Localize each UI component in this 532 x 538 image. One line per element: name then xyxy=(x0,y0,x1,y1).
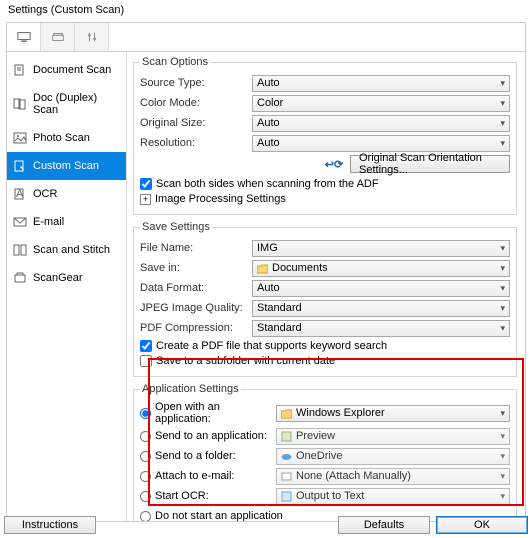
jpeg-quality-select[interactable]: Standard▾ xyxy=(252,300,510,317)
start-ocr-label: Start OCR: xyxy=(155,490,209,502)
ok-button[interactable]: OK xyxy=(436,516,528,534)
sidebar-item-label: Document Scan xyxy=(33,64,111,76)
send-app-select[interactable]: Preview▾ xyxy=(276,428,510,445)
start-ocr-radio[interactable] xyxy=(140,491,151,502)
expand-icon[interactable]: + xyxy=(140,194,151,205)
both-sides-checkbox[interactable] xyxy=(140,178,152,190)
send-folder-label: Send to a folder: xyxy=(155,450,236,462)
chevron-down-icon: ▾ xyxy=(500,451,505,462)
chevron-down-icon: ▾ xyxy=(500,471,505,482)
text-icon xyxy=(281,491,292,502)
source-type-label: Source Type: xyxy=(140,77,252,89)
attach-email-select[interactable]: None (Attach Manually)▾ xyxy=(276,468,510,485)
chevron-down-icon: ▾ xyxy=(500,431,505,442)
keyword-checkbox[interactable] xyxy=(140,340,152,352)
sidebar-item-label: E-mail xyxy=(33,216,64,228)
resolution-select[interactable]: Auto▾ xyxy=(252,135,510,152)
open-app-select[interactable]: Windows Explorer▾ xyxy=(276,405,510,422)
chevron-down-icon: ▾ xyxy=(500,98,505,109)
send-folder-select[interactable]: OneDrive▾ xyxy=(276,448,510,465)
data-format-select[interactable]: Auto▾ xyxy=(252,280,510,297)
send-app-radio[interactable] xyxy=(140,431,151,442)
top-tabs xyxy=(6,22,526,52)
app-settings-group: Application Settings Open with an applic… xyxy=(133,383,517,521)
sidebar-item-label: Scan and Stitch xyxy=(33,244,110,256)
sidebar-item-label: Doc (Duplex) Scan xyxy=(33,92,120,116)
data-format-label: Data Format: xyxy=(140,282,252,294)
sidebar-item-custom-scan[interactable]: Custom Scan xyxy=(7,152,126,180)
sidebar-item-ocr[interactable]: A OCR xyxy=(7,180,126,208)
sidebar-item-label: Photo Scan xyxy=(33,132,90,144)
sidebar-item-label: Custom Scan xyxy=(33,160,99,172)
file-name-label: File Name: xyxy=(140,242,252,254)
defaults-button[interactable]: Defaults xyxy=(338,516,430,534)
subfolder-checkbox[interactable] xyxy=(140,355,152,367)
chevron-down-icon: ▾ xyxy=(500,303,505,314)
jpeg-quality-label: JPEG Image Quality: xyxy=(140,302,252,314)
explorer-icon xyxy=(281,408,292,419)
main-panel: Document Scan Doc (Duplex) Scan Photo Sc… xyxy=(6,52,526,522)
sidebar: Document Scan Doc (Duplex) Scan Photo Sc… xyxy=(7,52,127,521)
chevron-down-icon: ▾ xyxy=(500,283,505,294)
file-name-combo[interactable]: IMG▾ xyxy=(252,240,510,257)
original-size-label: Original Size: xyxy=(140,117,252,129)
chevron-down-icon: ▾ xyxy=(500,78,505,89)
swap-icon[interactable]: ↩⟳ xyxy=(324,157,344,171)
folder-icon xyxy=(257,263,268,274)
pdf-compression-label: PDF Compression: xyxy=(140,322,252,334)
subfolder-label: Save to a subfolder with current date xyxy=(156,355,335,367)
preview-icon xyxy=(281,431,292,442)
sidebar-item-label: ScanGear xyxy=(33,272,83,284)
orientation-settings-button[interactable]: Original Scan Orientation Settings... xyxy=(350,155,510,173)
color-mode-select[interactable]: Color▾ xyxy=(252,95,510,112)
sidebar-item-scan-stitch[interactable]: Scan and Stitch xyxy=(7,236,126,264)
sidebar-item-label: OCR xyxy=(33,188,57,200)
save-in-select[interactable]: Documents▾ xyxy=(252,260,510,277)
save-settings-group: Save Settings File Name:IMG▾ Save in:Doc… xyxy=(133,221,517,377)
img-processing-label: Image Processing Settings xyxy=(155,193,286,205)
attach-email-label: Attach to e-mail: xyxy=(155,470,234,482)
original-size-select[interactable]: Auto▾ xyxy=(252,115,510,132)
resolution-label: Resolution: xyxy=(140,137,252,149)
open-app-label: Open with an application: xyxy=(155,401,276,425)
sidebar-item-photo-scan[interactable]: Photo Scan xyxy=(7,124,126,152)
tab-tools-icon[interactable] xyxy=(75,23,109,51)
scan-options-group: Scan Options Source Type:Auto▾ Color Mod… xyxy=(133,56,517,215)
chevron-down-icon: ▾ xyxy=(500,118,505,129)
chevron-down-icon: ▾ xyxy=(500,323,505,334)
chevron-down-icon: ▾ xyxy=(500,491,505,502)
scan-options-legend: Scan Options xyxy=(140,56,210,68)
chevron-down-icon: ▾ xyxy=(500,408,505,419)
send-app-label: Send to an application: xyxy=(155,430,267,442)
content-area: Scan Options Source Type:Auto▾ Color Mod… xyxy=(127,52,525,521)
chevron-down-icon: ▾ xyxy=(500,263,505,274)
onedrive-icon xyxy=(281,451,292,462)
footer: Instructions Defaults OK xyxy=(4,516,528,534)
source-type-select[interactable]: Auto▾ xyxy=(252,75,510,92)
sidebar-item-scangear[interactable]: ScanGear xyxy=(7,264,126,292)
start-ocr-select[interactable]: Output to Text▾ xyxy=(276,488,510,505)
mail-icon xyxy=(281,471,292,482)
sidebar-item-doc-duplex[interactable]: Doc (Duplex) Scan xyxy=(7,84,126,124)
keyword-label: Create a PDF file that supports keyword … xyxy=(156,340,387,352)
sidebar-item-document-scan[interactable]: Document Scan xyxy=(7,56,126,84)
send-folder-radio[interactable] xyxy=(140,451,151,462)
color-mode-label: Color Mode: xyxy=(140,97,252,109)
attach-email-radio[interactable] xyxy=(140,471,151,482)
save-settings-legend: Save Settings xyxy=(140,221,212,233)
open-app-radio[interactable] xyxy=(140,408,151,419)
window-title: Settings (Custom Scan) xyxy=(0,0,532,22)
pdf-compression-select[interactable]: Standard▾ xyxy=(252,320,510,337)
save-in-label: Save in: xyxy=(140,262,252,274)
chevron-down-icon: ▾ xyxy=(500,138,505,149)
chevron-down-icon: ▾ xyxy=(500,243,505,254)
sidebar-item-email[interactable]: E-mail xyxy=(7,208,126,236)
instructions-button[interactable]: Instructions xyxy=(4,516,96,534)
tab-computer-icon[interactable] xyxy=(7,23,41,51)
app-settings-legend: Application Settings xyxy=(140,383,241,395)
tab-scanner-icon[interactable] xyxy=(41,23,75,51)
svg-text:A: A xyxy=(16,188,24,200)
both-sides-label: Scan both sides when scanning from the A… xyxy=(156,178,379,190)
